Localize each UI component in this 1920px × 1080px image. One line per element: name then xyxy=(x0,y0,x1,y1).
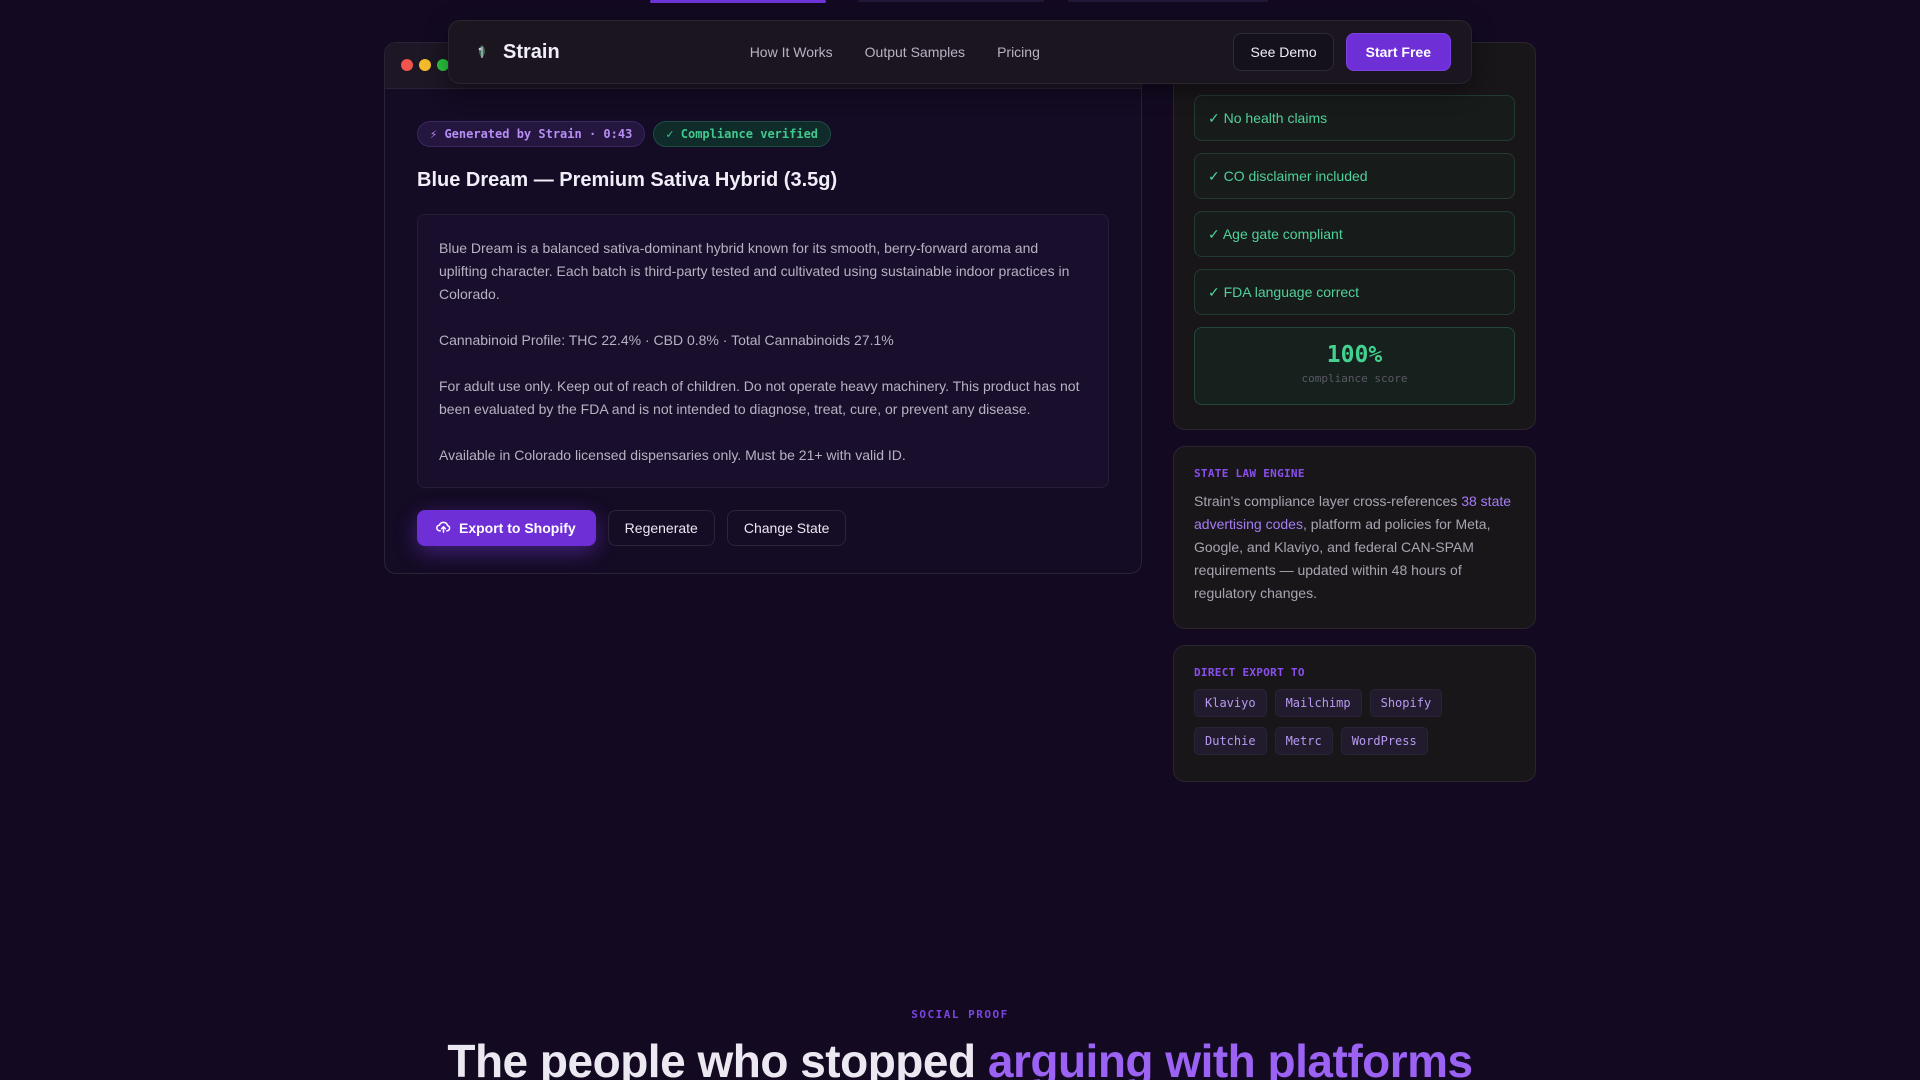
generated-badge: ⚡ Generated by Strain · 0:43 xyxy=(417,121,646,147)
nav-link-pricing[interactable]: Pricing xyxy=(997,44,1040,60)
nav-link-how-it-works[interactable]: How It Works xyxy=(750,44,833,60)
export-integrations: Klaviyo Mailchimp Shopify Dutchie Metrc … xyxy=(1194,689,1484,755)
check-fda-language: ✓ FDA language correct xyxy=(1194,269,1515,315)
compliance-checks-card: ✓ No health claims ✓ CO disclaimer inclu… xyxy=(1173,42,1536,430)
check-no-health-claims: ✓ No health claims xyxy=(1194,95,1515,141)
nav-links: How It Works Output Samples Pricing xyxy=(750,44,1040,60)
compliance-score-label: compliance score xyxy=(1301,372,1408,385)
window-close-dot xyxy=(401,59,413,71)
state-law-text-start: Strain's compliance layer cross-referenc… xyxy=(1194,493,1462,509)
integration-tag-metrc[interactable]: Metrc xyxy=(1274,727,1333,755)
generated-copy: Blue Dream is a balanced sativa-dominant… xyxy=(417,214,1109,488)
direct-export-card: DIRECT EXPORT TO Klaviyo Mailchimp Shopi… xyxy=(1173,645,1536,782)
headline-start: The people who stopped xyxy=(447,1035,988,1080)
state-law-label: STATE LAW ENGINE xyxy=(1194,467,1305,480)
copy-paragraph-cannabinoids: Cannabinoid Profile: THC 22.4% · CBD 0.8… xyxy=(439,332,894,348)
window-minimize-dot xyxy=(419,59,431,71)
top-tab xyxy=(1068,0,1268,2)
integration-tag-mailchimp[interactable]: Mailchimp xyxy=(1274,689,1362,717)
compliance-score: 100% compliance score xyxy=(1194,327,1515,405)
navbar: Strain How It Works Output Samples Prici… xyxy=(448,20,1472,84)
top-tab-active xyxy=(650,0,826,3)
start-free-button[interactable]: Start Free xyxy=(1345,33,1451,71)
preview-actions: Export to Shopify Regenerate Change Stat… xyxy=(417,510,1109,546)
top-tab xyxy=(858,0,1044,2)
check-co-disclaimer: ✓ CO disclaimer included xyxy=(1194,153,1515,199)
check-age-gate: ✓ Age gate compliant xyxy=(1194,211,1515,257)
copy-paragraph-description: Blue Dream is a balanced sativa-dominant… xyxy=(439,240,1070,302)
export-to-shopify-button[interactable]: Export to Shopify xyxy=(417,510,596,546)
product-title: Blue Dream — Premium Sativa Hybrid (3.5g… xyxy=(417,169,838,191)
export-button-label: Export to Shopify xyxy=(459,520,576,536)
integration-tag-dutchie[interactable]: Dutchie xyxy=(1194,727,1267,755)
leaf-logo-icon xyxy=(473,43,491,61)
integration-tag-klaviyo[interactable]: Klaviyo xyxy=(1194,689,1267,717)
social-proof-eyebrow: SOCIAL PROOF xyxy=(911,1008,1009,1021)
state-law-engine-card: STATE LAW ENGINE Strain's compliance lay… xyxy=(1173,446,1536,629)
regenerate-button[interactable]: Regenerate xyxy=(607,510,715,546)
brand-name: Strain xyxy=(503,40,560,63)
headline-accent: arguing with platforms xyxy=(987,1035,1473,1080)
status-badges: ⚡ Generated by Strain · 0:43 ✓ Complianc… xyxy=(417,121,1109,147)
copy-paragraph-availability: Available in Colorado licensed dispensar… xyxy=(439,447,906,463)
integration-tag-shopify[interactable]: Shopify xyxy=(1369,689,1443,717)
copy-paragraph-disclaimer: For adult use only. Keep out of reach of… xyxy=(439,378,1080,417)
compliance-verified-badge: ✓ Compliance verified xyxy=(653,121,832,147)
compliance-score-value: 100% xyxy=(1326,342,1383,368)
state-law-description: Strain's compliance layer cross-referenc… xyxy=(1194,490,1515,605)
brand[interactable]: Strain xyxy=(473,41,560,64)
direct-export-label: DIRECT EXPORT TO xyxy=(1194,666,1305,679)
integration-tag-wordpress[interactable]: WordPress xyxy=(1340,727,1428,755)
change-state-button[interactable]: Change State xyxy=(726,510,847,546)
nav-link-output-samples[interactable]: Output Samples xyxy=(865,44,965,60)
output-preview-window: ⚡ Generated by Strain · 0:43 ✓ Complianc… xyxy=(384,42,1142,574)
cloud-upload-icon xyxy=(436,519,451,537)
see-demo-button[interactable]: See Demo xyxy=(1233,33,1334,71)
nav-actions: See Demo Start Free xyxy=(1233,33,1451,71)
social-proof-headline: The people who stopped arguing with plat… xyxy=(0,1034,1920,1080)
